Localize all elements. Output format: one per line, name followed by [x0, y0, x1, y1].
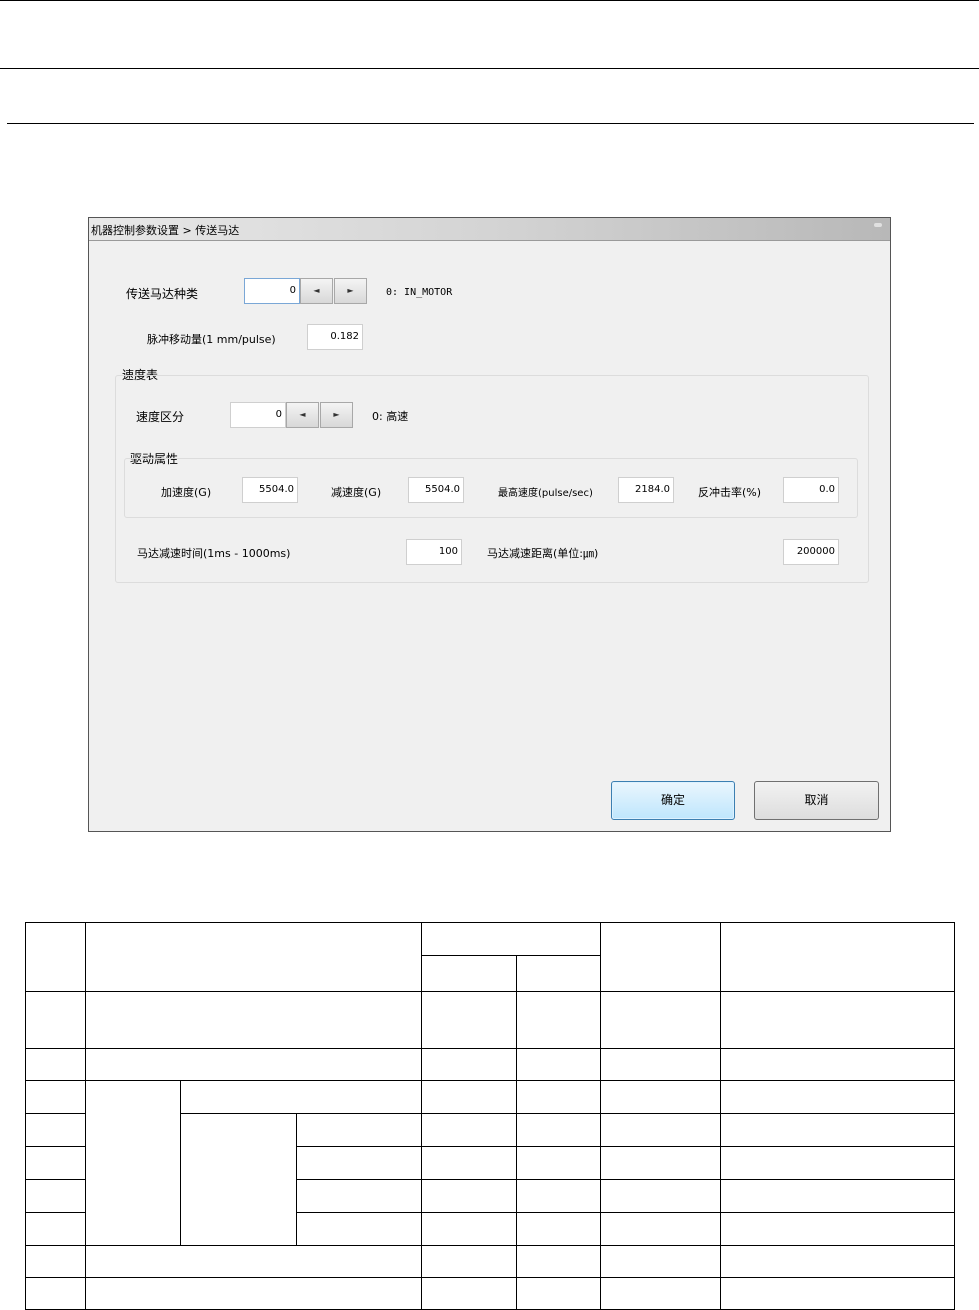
decel-distance-label: 马达减速距离(单位:㎛) [487, 547, 599, 560]
dialog-title: 机器控制参数设置 > 传送马达 [91, 224, 240, 237]
table-cell [421, 922, 601, 956]
recoil-rate-label: 反冲击率(%) [698, 486, 762, 499]
table-row [25, 991, 955, 1049]
header-rule-top [0, 0, 979, 1]
motor-type-description: 0: IN_MOTOR [386, 287, 453, 298]
table-cell [421, 955, 517, 992]
header-rule-bottom [7, 123, 974, 124]
decel-input[interactable]: 5504.0 [408, 477, 464, 503]
empty-parameter-table [25, 922, 955, 1310]
accel-input[interactable]: 5504.0 [242, 477, 298, 503]
table-row [25, 1277, 955, 1310]
table-row [25, 1080, 955, 1246]
max-speed-label: 最高速度(pulse/sec) [498, 488, 593, 499]
header-rule-middle [0, 68, 979, 69]
recoil-rate-input[interactable]: 0.0 [783, 477, 839, 503]
motor-type-label: 传送马达种类 [126, 287, 199, 301]
pulse-move-label: 脉冲移动量(1 mm/pulse) [147, 333, 276, 346]
table-cell [516, 955, 601, 992]
decel-distance-input[interactable]: 200000 [783, 539, 839, 565]
motor-type-next-icon[interactable]: ► [334, 278, 367, 304]
speed-class-label: 速度区分 [136, 410, 185, 424]
speed-class-description: 0: 高速 [372, 410, 409, 423]
speed-class-prev-icon[interactable]: ◄ [286, 402, 319, 428]
motor-settings-dialog: 机器控制参数设置 > 传送马达 传送马达种类 0 ◄ ► 0: IN_MOTOR… [88, 217, 891, 832]
pulse-move-input[interactable]: 0.182 [307, 324, 363, 350]
table-cell [85, 922, 422, 992]
table-cell [720, 922, 955, 992]
ok-button[interactable]: 确定 [611, 781, 735, 820]
motor-type-prev-icon[interactable]: ◄ [300, 278, 333, 304]
accel-label: 加速度(G) [161, 486, 212, 499]
decel-time-label: 马达减速时间(1ms - 1000ms) [137, 547, 291, 560]
cancel-button[interactable]: 取消 [754, 781, 879, 820]
table-row [25, 1245, 955, 1278]
table-cell [25, 922, 86, 992]
max-speed-input[interactable]: 2184.0 [618, 477, 674, 503]
dialog-titlebar[interactable]: 机器控制参数设置 > 传送马达 [89, 218, 890, 241]
titlebar-control-icon[interactable] [874, 223, 882, 227]
table-cell [600, 922, 721, 992]
speed-class-next-icon[interactable]: ► [320, 402, 353, 428]
motor-type-input[interactable]: 0 [244, 278, 300, 304]
decel-time-input[interactable]: 100 [406, 539, 462, 565]
table-row [25, 1048, 955, 1081]
decel-label: 减速度(G) [331, 486, 382, 499]
speed-class-input[interactable]: 0 [230, 402, 286, 428]
